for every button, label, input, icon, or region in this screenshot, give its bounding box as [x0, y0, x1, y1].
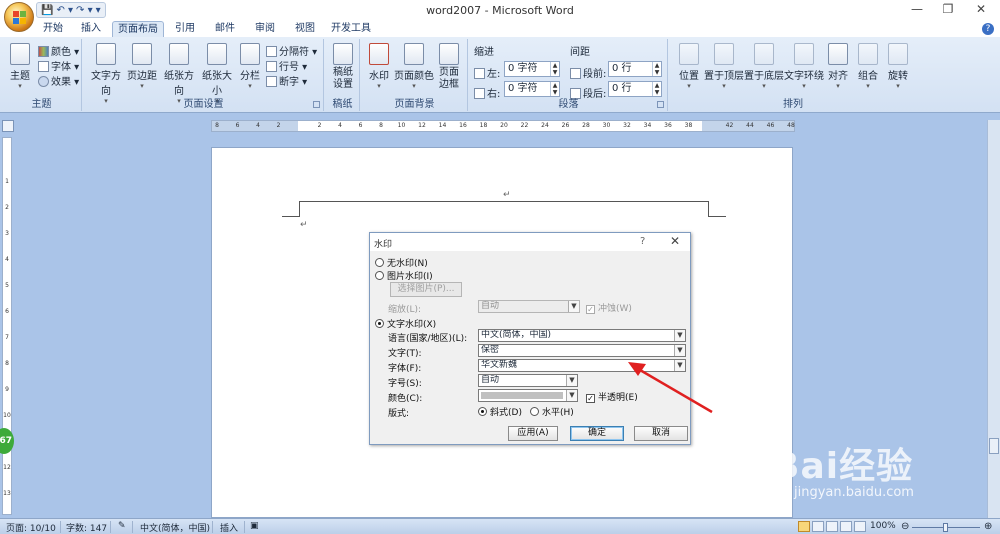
web-layout-view-button[interactable]: [826, 521, 838, 532]
watermark-logo-text: Bai经验: [772, 446, 914, 487]
full-screen-view-button[interactable]: [812, 521, 824, 532]
proofing-icon[interactable]: ✎: [118, 521, 126, 531]
insert-mode[interactable]: 插入: [220, 521, 238, 534]
zoom-in-icon[interactable]: ⊕: [984, 521, 992, 532]
language-status[interactable]: 中文(简体，中国): [140, 521, 210, 534]
office-button[interactable]: [4, 2, 34, 32]
word-count[interactable]: 字数: 147: [66, 521, 107, 534]
status-bar: 页面: 10/10 字数: 147 ✎ 中文(简体，中国) 插入 ▣ 100% …: [0, 518, 1000, 534]
print-layout-view-button[interactable]: [798, 521, 810, 532]
macro-record-icon[interactable]: ▣: [250, 521, 259, 531]
zoom-level[interactable]: 100%: [870, 521, 896, 531]
zoom-out-icon[interactable]: ⊖: [901, 521, 909, 532]
draft-view-button[interactable]: [854, 521, 866, 532]
watermark-logo-url: jingyan.baidu.com: [794, 485, 914, 500]
office-logo-icon: [13, 11, 26, 24]
page-count[interactable]: 页面: 10/10: [6, 521, 56, 534]
zoom-slider-thumb[interactable]: [943, 523, 948, 532]
baidu-jingyan-watermark: Bai经验 jingyan.baidu.com: [768, 437, 978, 507]
outline-view-button[interactable]: [840, 521, 852, 532]
